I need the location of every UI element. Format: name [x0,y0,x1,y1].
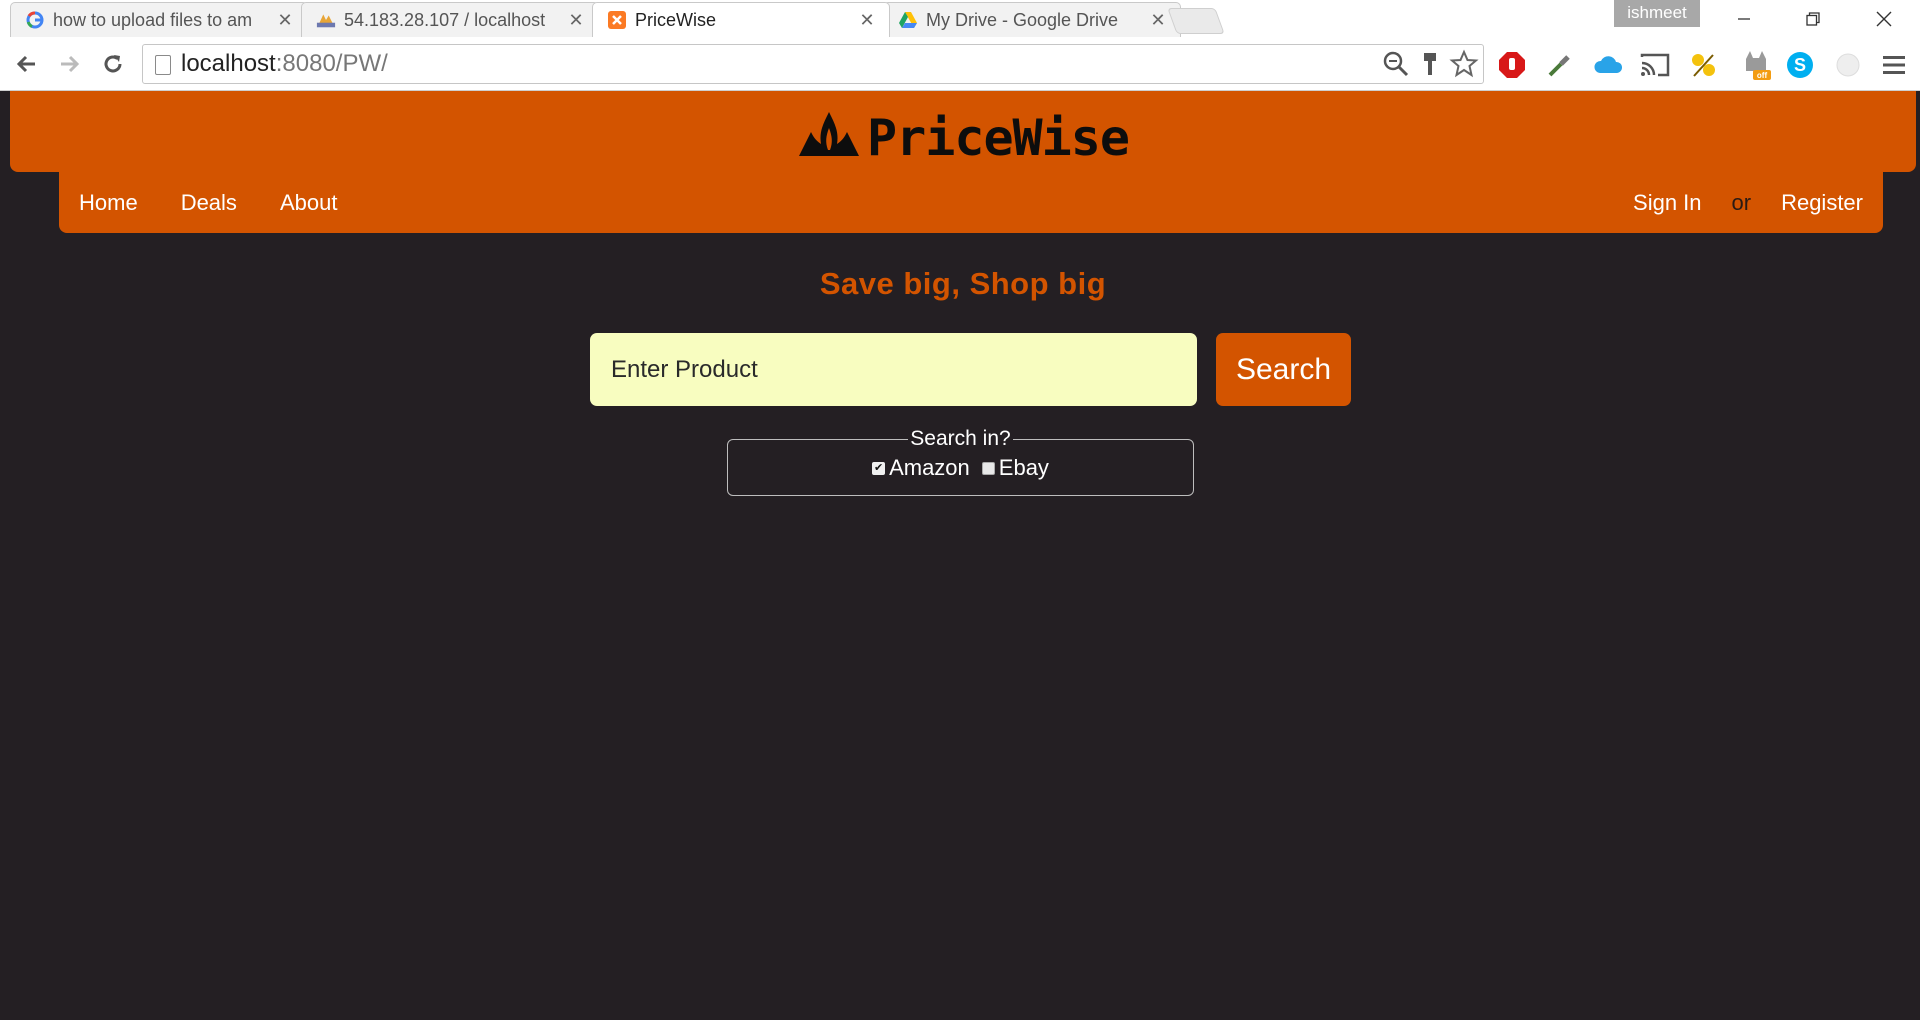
nav-home-link[interactable]: Home [79,190,138,216]
nav-about-link[interactable]: About [280,190,338,216]
close-window-icon[interactable] [1849,0,1919,37]
sign-in-link[interactable]: Sign In [1633,190,1702,216]
tab-title: how to upload files to am [53,9,253,30]
brand-name: PriceWise [867,108,1130,167]
or-separator: or [1731,189,1752,215]
cast-icon[interactable] [1640,50,1670,80]
search-source-legend: Search in? [910,427,1011,450]
profile-button[interactable]: ishmeet [1614,0,1700,27]
ebay-label: Ebay [998,455,1049,480]
close-icon[interactable]: ✕ [566,10,586,31]
svg-text:S: S [1794,55,1806,75]
browser-tabstrip: how to upload files to am ✕ 54.183.28.10… [0,0,1920,37]
tab-google-drive[interactable]: My Drive - Google Drive ✕ [883,2,1181,37]
adblock-icon[interactable] [1497,50,1527,80]
tab-pricewise[interactable]: PriceWise ✕ [592,2,890,37]
forward-icon[interactable] [52,47,86,81]
browser-toolbar: localhost:8080/PW/ off S [0,37,1920,91]
tab-title: 54.183.28.107 / localhost [344,9,546,30]
eyedropper-icon[interactable] [1545,50,1575,80]
auth-links: Sign In or Register [1633,190,1863,216]
extension-icon[interactable] [1833,50,1863,80]
close-icon[interactable]: ✕ [857,10,877,31]
extension-off-icon[interactable]: off [1741,50,1771,80]
new-tab-button[interactable] [1167,8,1225,34]
tab-title: PriceWise [635,9,717,30]
amazon-label: Amazon [889,455,970,480]
close-icon[interactable]: ✕ [1148,10,1168,31]
register-link[interactable]: Register [1781,190,1863,216]
ebay-checkbox[interactable] [981,461,995,475]
search-source-fieldset: Search in? ✔ Amazon Ebay [727,427,1194,496]
search-button[interactable]: Search [1216,333,1351,406]
site-header: PriceWise [10,91,1916,172]
amazon-option[interactable]: ✔ Amazon [872,455,970,481]
brand-logo[interactable]: PriceWise [797,108,1130,167]
coupon-icon[interactable] [1688,50,1718,80]
tab-phpmyadmin[interactable]: 54.183.28.107 / localhost ✕ [301,2,599,37]
product-search-input[interactable] [590,333,1197,406]
amazon-checkbox[interactable]: ✔ [872,461,886,475]
tab-title: My Drive - Google Drive [926,9,1119,30]
restore-icon[interactable] [1778,0,1848,37]
reload-icon[interactable] [96,47,130,81]
svg-text:off: off [1757,71,1768,80]
url-host: localhost [181,50,276,77]
xampp-icon [607,10,627,30]
tab-google-search[interactable]: how to upload files to am ✕ [10,2,308,37]
address-bar[interactable]: localhost:8080/PW/ [142,44,1484,84]
key-icon[interactable] [1419,49,1441,86]
ebay-option[interactable]: Ebay [981,455,1049,481]
minimize-icon[interactable] [1709,0,1779,37]
back-icon[interactable] [10,47,44,81]
zoom-icon[interactable] [1381,49,1411,86]
search-source-options: ✔ Amazon Ebay [728,455,1193,481]
main-navbar: Home Deals About Sign In or Register [59,172,1883,233]
google-icon [25,10,45,30]
skype-icon[interactable]: S [1785,50,1815,80]
google-drive-icon [898,10,918,30]
url-path: :8080/PW/ [275,50,388,77]
page-icon [155,55,171,75]
cloud-icon[interactable] [1593,50,1623,80]
close-icon[interactable]: ✕ [275,10,295,31]
menu-icon[interactable] [1879,50,1909,80]
bookmark-star-icon[interactable] [1449,49,1479,86]
phpmyadmin-icon [316,10,336,30]
nav-deals-link[interactable]: Deals [181,190,237,216]
flame-icon [797,110,861,165]
tagline: Save big, Shop big [819,266,1107,301]
